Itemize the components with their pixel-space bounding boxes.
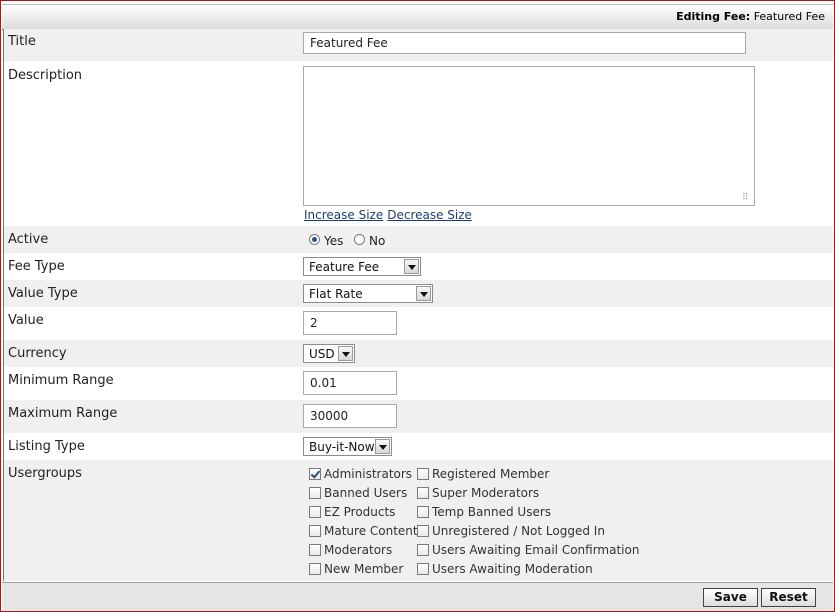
decrease-size-link[interactable]: Decrease Size [387, 208, 472, 222]
active-no-radio[interactable] [354, 234, 365, 245]
usergroup-checkbox[interactable] [417, 563, 429, 575]
active-label: Active [8, 232, 49, 247]
usergroup-label: Moderators [324, 543, 393, 557]
panel-title-name: Featured Fee [753, 10, 825, 23]
listing-type-select[interactable]: Buy-it-Now [303, 437, 392, 456]
usergroup-label: Users Awaiting Email Confirmation [432, 543, 640, 557]
usergroup-label: EZ Products [324, 505, 396, 519]
fee-type-select[interactable]: Feature Fee [303, 257, 421, 276]
usergroup-checkbox[interactable] [309, 487, 321, 499]
active-no-label: No [369, 234, 386, 248]
usergroup-checkbox[interactable] [417, 487, 429, 499]
title-label: Title [8, 34, 36, 49]
active-row: Active Yes No [4, 226, 833, 253]
title-input[interactable] [303, 32, 746, 54]
minimum-range-input[interactable] [303, 371, 397, 395]
form-actions-bar: Save Reset [2, 582, 833, 611]
listing-type-value: Buy-it-Now [309, 440, 375, 454]
chevron-down-icon[interactable] [416, 286, 431, 301]
listing-type-row: Listing Type Buy-it-Now [4, 433, 833, 460]
currency-row: Currency USD [4, 340, 833, 367]
active-yes-label: Yes [324, 234, 344, 248]
minimum-range-row: Minimum Range [4, 367, 833, 400]
reset-button[interactable]: Reset [761, 588, 816, 607]
fee-type-value: Feature Fee [309, 260, 380, 274]
chevron-down-icon[interactable] [404, 259, 419, 274]
active-yes-radio[interactable] [309, 234, 320, 245]
usergroups-row: Usergroups Administrators Registered Memb… [4, 460, 833, 581]
currency-select[interactable]: USD [303, 344, 355, 363]
description-textarea[interactable] [303, 66, 755, 206]
fee-type-row: Fee Type Feature Fee [4, 253, 833, 280]
maximum-range-input[interactable] [303, 404, 397, 428]
chevron-down-icon[interactable] [375, 439, 390, 454]
panel-title: Editing Fee: Featured Fee [676, 10, 825, 23]
description-label: Description [8, 68, 83, 83]
fee-type-label: Fee Type [8, 259, 65, 274]
fee-editor-panel: Editing Fee: Featured Fee Title Descript… [0, 0, 835, 612]
value-row: Value [4, 307, 833, 340]
usergroup-checkbox[interactable] [417, 544, 429, 556]
usergroup-label: Administrators [324, 467, 413, 481]
value-type-select[interactable]: Flat Rate [303, 284, 433, 303]
resize-grip-icon[interactable]: ⠿ [742, 193, 752, 203]
title-row: Title [4, 29, 833, 61]
increase-size-link[interactable]: Increase Size [304, 208, 383, 222]
value-label: Value [8, 313, 44, 328]
maximum-range-label: Maximum Range [8, 406, 118, 421]
currency-value: USD [309, 347, 335, 361]
usergroup-checkbox[interactable] [417, 468, 429, 480]
usergroup-checkbox[interactable] [309, 525, 321, 537]
panel-title-prefix: Editing Fee: [676, 10, 751, 23]
usergroup-checkbox[interactable] [417, 506, 429, 518]
save-button[interactable]: Save [703, 588, 758, 607]
usergroup-checkbox[interactable] [309, 544, 321, 556]
usergroup-checkbox[interactable] [417, 525, 429, 537]
usergroup-checkbox[interactable] [309, 506, 321, 518]
description-row: Description ⠿ Increase Size Decrease Size [4, 62, 833, 225]
usergroup-label: Banned Users [324, 486, 408, 500]
value-input[interactable] [303, 311, 397, 335]
usergroup-label: Mature Content [324, 524, 418, 538]
chevron-down-icon[interactable] [338, 346, 353, 361]
usergroup-label: Super Moderators [432, 486, 540, 500]
value-type-value: Flat Rate [309, 287, 363, 301]
panel-header: Editing Fee: Featured Fee [2, 4, 833, 30]
usergroup-label: Registered Member [432, 467, 550, 481]
usergroup-label: Unregistered / Not Logged In [432, 524, 605, 538]
textarea-size-links: Increase Size Decrease Size [304, 208, 476, 222]
usergroups-label: Usergroups [8, 466, 82, 481]
usergroup-label: New Member [324, 562, 404, 576]
usergroup-label: Temp Banned Users [432, 505, 552, 519]
usergroup-checkbox[interactable] [309, 468, 321, 480]
minimum-range-label: Minimum Range [8, 373, 114, 388]
usergroup-checkbox[interactable] [309, 563, 321, 575]
usergroup-label: Users Awaiting Moderation [432, 562, 593, 576]
value-type-label: Value Type [8, 286, 78, 301]
maximum-range-row: Maximum Range [4, 400, 833, 433]
currency-label: Currency [8, 346, 67, 361]
listing-type-label: Listing Type [8, 439, 85, 454]
value-type-row: Value Type Flat Rate [4, 280, 833, 307]
